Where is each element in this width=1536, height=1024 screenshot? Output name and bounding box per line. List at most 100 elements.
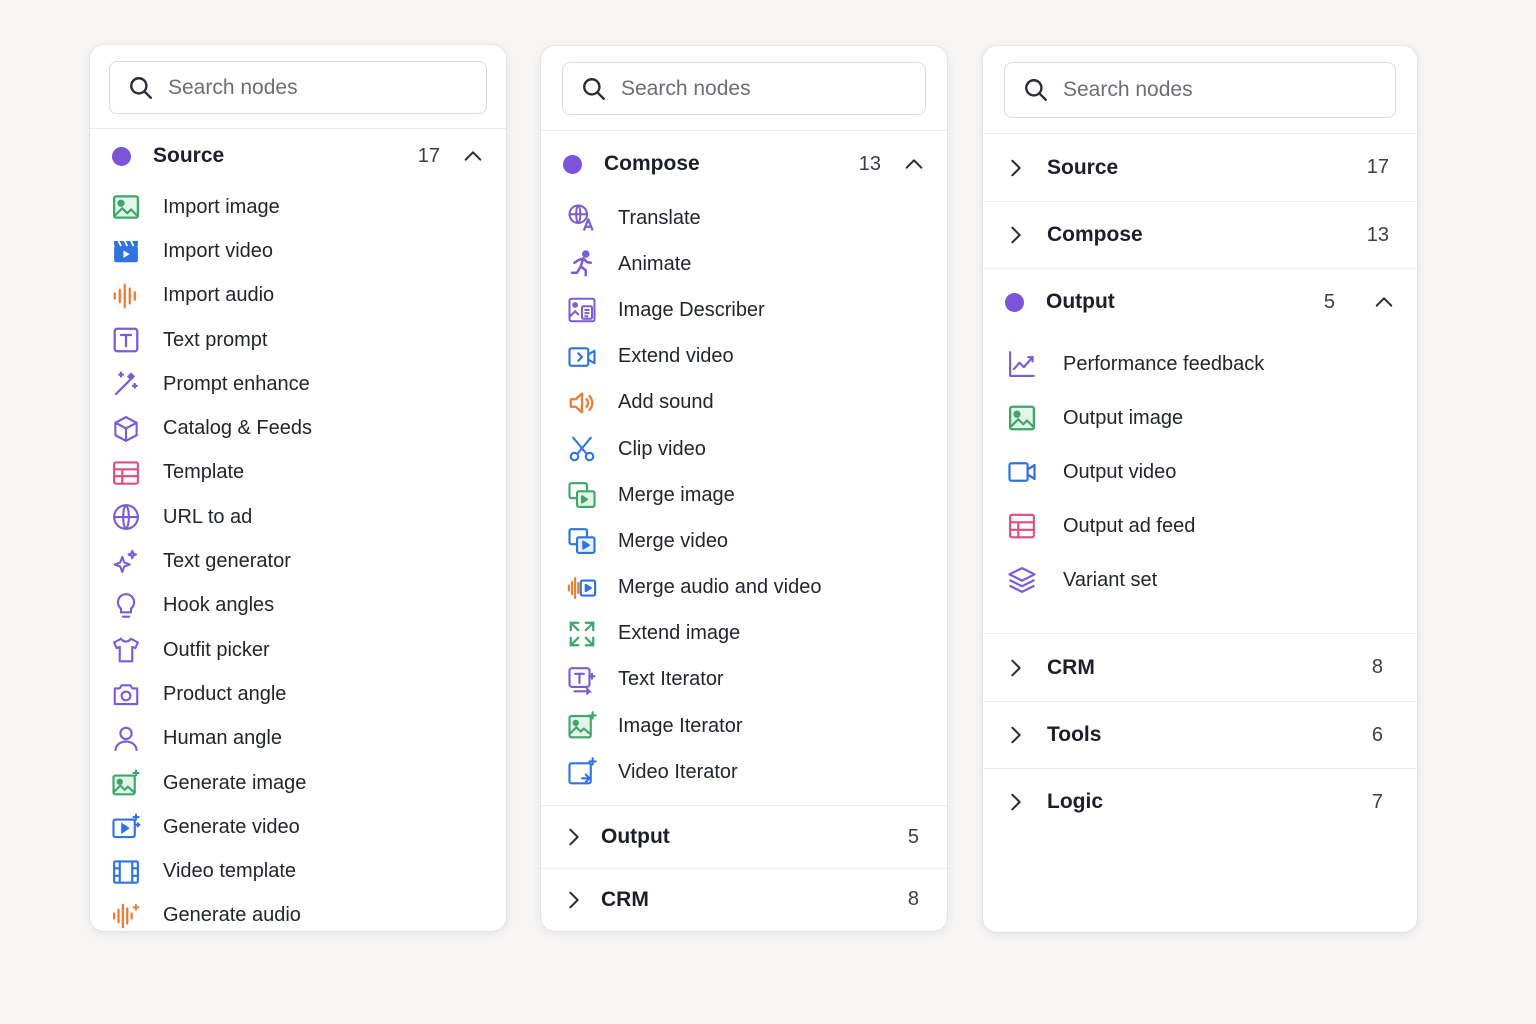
video-sparkle-icon bbox=[111, 812, 141, 842]
group-title: Tools bbox=[1047, 723, 1102, 746]
group-header-compose[interactable]: Compose 13 bbox=[983, 201, 1417, 268]
search-box[interactable] bbox=[1004, 62, 1396, 118]
chevron-right-icon bbox=[569, 829, 579, 846]
group-title: Source bbox=[1047, 155, 1119, 179]
search-icon bbox=[130, 76, 152, 99]
expand-icon bbox=[567, 619, 597, 649]
image-iterator-icon bbox=[567, 711, 597, 741]
node-item[interactable]: Generate audio bbox=[111, 894, 506, 931]
node-item[interactable]: Template bbox=[111, 451, 506, 495]
group-header-source[interactable]: Source 17 bbox=[983, 134, 1417, 201]
chevron-up-icon[interactable] bbox=[903, 153, 925, 175]
node-item[interactable]: Video Iterator bbox=[567, 749, 947, 795]
node-item[interactable]: Catalog & Feeds bbox=[111, 406, 506, 450]
node-item[interactable]: Image Describer bbox=[567, 287, 947, 333]
node-label: Text prompt bbox=[163, 328, 268, 351]
group-header-crm[interactable]: CRM 8 bbox=[541, 868, 947, 930]
search-input[interactable] bbox=[1063, 78, 1361, 102]
node-label: Import video bbox=[163, 239, 274, 262]
node-item[interactable]: Merge audio and video bbox=[567, 565, 947, 611]
image-icon bbox=[1007, 403, 1037, 433]
chevron-right-icon bbox=[1011, 726, 1021, 744]
group-header-compose[interactable]: Compose 13 bbox=[541, 133, 947, 195]
node-item[interactable]: Output video bbox=[1007, 445, 1417, 499]
node-panel-source: Source 17 Import image Import video Impo… bbox=[90, 45, 506, 931]
group-header-source[interactable]: Source 17 bbox=[90, 129, 506, 183]
node-item[interactable]: Human angle bbox=[111, 717, 506, 761]
node-label: Translate bbox=[618, 206, 701, 229]
search-input[interactable] bbox=[168, 75, 455, 100]
node-label: Product angle bbox=[163, 682, 287, 705]
node-item[interactable]: Product angle bbox=[111, 672, 506, 716]
search-icon bbox=[583, 77, 605, 100]
node-item[interactable]: Video template bbox=[111, 849, 506, 893]
node-item[interactable]: Text prompt bbox=[111, 318, 506, 362]
search-input[interactable] bbox=[621, 76, 897, 101]
node-item[interactable]: Outfit picker bbox=[111, 628, 506, 672]
node-item[interactable]: URL to ad bbox=[111, 495, 506, 539]
video-iterator-icon bbox=[567, 757, 597, 787]
node-item[interactable]: Image Iterator bbox=[567, 703, 947, 749]
node-panel-compose: Compose 13 Translate Animate Image Descr… bbox=[541, 46, 947, 931]
cube-icon bbox=[111, 414, 141, 444]
node-label: Video template bbox=[163, 860, 297, 883]
user-icon bbox=[111, 724, 141, 754]
group-items: Translate Animate Image Describer Extend… bbox=[541, 195, 947, 807]
group-title: CRM bbox=[601, 887, 649, 911]
group-dot bbox=[1005, 292, 1024, 312]
group-items: Performance feedback Output image Output… bbox=[983, 335, 1417, 634]
group-header-logic[interactable]: Logic 7 bbox=[983, 768, 1417, 835]
node-label: Video Iterator bbox=[618, 760, 738, 783]
node-label: Text Iterator bbox=[618, 668, 724, 691]
node-item[interactable]: Translate bbox=[567, 195, 947, 241]
group-dot bbox=[112, 146, 131, 166]
node-item[interactable]: Prompt enhance bbox=[111, 362, 506, 406]
node-item[interactable]: Text generator bbox=[111, 539, 506, 583]
group-title: Output bbox=[1046, 290, 1115, 313]
node-item[interactable]: Generate image bbox=[111, 761, 506, 805]
node-item[interactable]: Import audio bbox=[111, 274, 506, 318]
group-header-output[interactable]: Output 5 bbox=[541, 806, 947, 868]
node-item[interactable]: Output image bbox=[1007, 391, 1417, 445]
group-count: 7 bbox=[1371, 790, 1383, 813]
chevron-up-icon[interactable] bbox=[1373, 291, 1395, 313]
search-bar bbox=[541, 46, 947, 131]
merge-image-icon bbox=[567, 480, 597, 510]
node-item[interactable]: Variant set bbox=[1007, 553, 1417, 607]
chevron-right-icon bbox=[1011, 793, 1021, 811]
group-count: 5 bbox=[907, 825, 919, 848]
node-item[interactable]: Performance feedback bbox=[1007, 337, 1417, 391]
table-icon bbox=[1007, 511, 1037, 541]
chevron-right-icon bbox=[1011, 226, 1021, 244]
search-box[interactable] bbox=[562, 62, 926, 115]
node-item[interactable]: Add sound bbox=[567, 380, 947, 426]
node-label: Output ad feed bbox=[1063, 514, 1196, 537]
waveform-icon bbox=[111, 281, 141, 311]
node-item[interactable]: Extend video bbox=[567, 334, 947, 380]
node-item[interactable]: Output ad feed bbox=[1007, 499, 1417, 553]
group-header-crm[interactable]: CRM 8 bbox=[983, 634, 1417, 701]
speaker-icon bbox=[567, 388, 597, 418]
node-item[interactable]: Hook angles bbox=[111, 584, 506, 628]
sparkles-icon bbox=[111, 547, 141, 577]
node-item[interactable]: Import image bbox=[111, 185, 506, 229]
node-label: Prompt enhance bbox=[163, 372, 310, 395]
node-item[interactable]: Merge video bbox=[567, 518, 947, 564]
node-item[interactable]: Text Iterator bbox=[567, 657, 947, 703]
chevron-up-icon[interactable] bbox=[462, 145, 484, 167]
group-header-tools[interactable]: Tools 6 bbox=[983, 701, 1417, 768]
node-label: Import audio bbox=[163, 284, 275, 307]
group-header-output[interactable]: Output 5 bbox=[983, 268, 1417, 335]
node-label: Output image bbox=[1063, 406, 1184, 429]
node-item[interactable]: Import video bbox=[111, 229, 506, 273]
node-item[interactable]: Animate bbox=[567, 241, 947, 287]
line-chart-icon bbox=[1007, 349, 1037, 379]
node-item[interactable]: Merge image bbox=[567, 472, 947, 518]
table-icon bbox=[111, 458, 141, 488]
node-item[interactable]: Generate video bbox=[111, 805, 506, 849]
node-label: Hook angles bbox=[163, 594, 275, 617]
search-box[interactable] bbox=[109, 61, 487, 114]
node-item[interactable]: Extend image bbox=[567, 611, 947, 657]
node-item[interactable]: Clip video bbox=[567, 426, 947, 472]
audio-sparkle-icon bbox=[111, 901, 141, 931]
